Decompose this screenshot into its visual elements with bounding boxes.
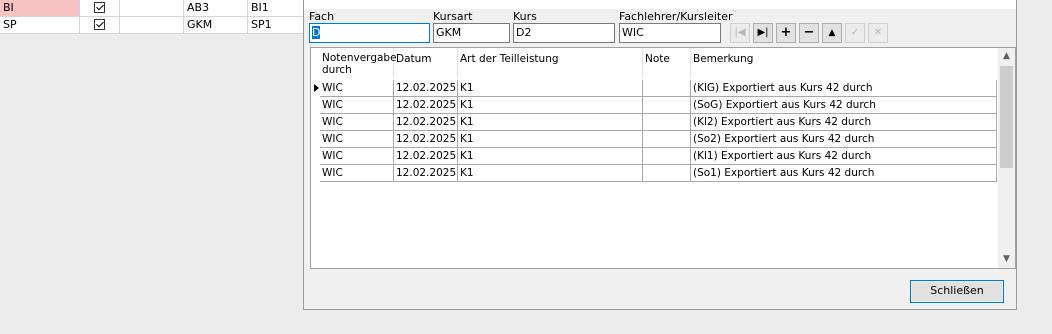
grid-cell-kursart[interactable]: GKM [184,17,248,33]
column-header-datum[interactable]: Datum [394,48,458,78]
teilleistungen-table[interactable]: Notenvergabe durch Datum Art der Teillei… [310,47,1016,269]
cell-note[interactable] [643,80,691,97]
close-button[interactable]: Schließen [910,280,1004,303]
cell-notenvergabe[interactable]: WIC [320,148,394,165]
cell-note[interactable] [643,114,691,131]
column-header-notenvergabe[interactable]: Notenvergabe durch [320,48,397,78]
cell-art[interactable]: K1 [458,148,643,165]
checkbox-checked-icon[interactable] [94,2,105,13]
cell-note[interactable] [643,165,691,182]
scroll-down-icon[interactable]: ▼ [998,251,1015,268]
cell-art[interactable]: K1 [458,97,643,114]
table-row[interactable]: WIC 12.02.2025 K1 (So2) Exportiert aus K… [311,131,997,148]
grid-cell-empty[interactable] [120,17,184,33]
lehrer-field[interactable]: WIC [619,23,721,43]
cell-bemerkung[interactable]: (So1) Exportiert aus Kurs 42 durch [691,165,997,182]
table-row[interactable]: WIC 12.02.2025 K1 (KlG) Exportiert aus K… [311,80,997,97]
header-text-line1: Notenvergabe [322,52,397,64]
grid-cell-kurs[interactable]: BI1 [248,0,306,16]
grid-cell-kurs[interactable]: SP1 [248,17,306,33]
kurs-field[interactable]: D2 [513,23,615,43]
cancel-record-icon[interactable]: ✕ [868,23,888,43]
post-record-icon[interactable]: ✓ [845,23,865,43]
lehrer-label: Fachlehrer/Kursleiter [619,10,733,23]
grid-row[interactable]: SP GKM SP1 [0,17,306,34]
table-row[interactable]: WIC 12.02.2025 K1 (Kl2) Exportiert aus K… [311,114,997,131]
fach-value: D [312,26,321,39]
grid-row[interactable]: BI AB3 BI1 [0,0,306,17]
cell-notenvergabe[interactable]: WIC [320,165,394,182]
checkbox-checked-icon[interactable] [94,19,105,30]
grid-cell-fach[interactable]: BI [0,0,80,16]
kursart-field[interactable]: GKM [433,23,510,43]
background-grid: BI AB3 BI1 SP GKM SP1 [0,0,306,34]
fach-field[interactable]: D [309,23,430,43]
vertical-scrollbar[interactable]: ▲ ▼ [998,48,1015,268]
grid-cell-empty[interactable] [120,0,184,16]
cell-art[interactable]: K1 [458,165,643,182]
cell-notenvergabe[interactable]: WIC [320,97,394,114]
header-text-line2: durch [322,64,352,76]
last-record-icon[interactable]: ▶| [753,23,773,43]
dialog-top-strip [304,0,1016,9]
grid-cell-fach[interactable]: SP [0,17,80,33]
cell-datum[interactable]: 12.02.2025 [394,148,458,165]
cell-bemerkung[interactable]: (Kl1) Exportiert aus Kurs 42 durch [691,148,997,165]
column-header-bemerkung[interactable]: Bemerkung [691,48,997,78]
cell-art[interactable]: K1 [458,131,643,148]
cell-note[interactable] [643,148,691,165]
edit-record-icon[interactable]: ▲ [822,23,842,43]
table-row[interactable]: WIC 12.02.2025 K1 (Kl1) Exportiert aus K… [311,148,997,165]
scroll-up-icon[interactable]: ▲ [998,48,1015,65]
teilleistungen-dialog: Fach D Kursart GKM Kurs D2 Fachlehrer/Ku… [303,0,1017,310]
cell-art[interactable]: K1 [458,80,643,97]
column-header-note[interactable]: Note [643,48,691,78]
scrollbar-thumb[interactable] [1000,66,1013,168]
kurs-label: Kurs [513,10,537,23]
kursart-label: Kursart [433,10,473,23]
grid-cell-kursart[interactable]: AB3 [184,0,248,16]
cell-datum[interactable]: 12.02.2025 [394,131,458,148]
table-row[interactable]: WIC 12.02.2025 K1 (So1) Exportiert aus K… [311,165,997,182]
cell-datum[interactable]: 12.02.2025 [394,165,458,182]
grid-cell-checkbox[interactable] [80,0,120,16]
current-row-arrow-icon [314,84,319,92]
cell-datum[interactable]: 12.02.2025 [394,80,458,97]
cell-notenvergabe[interactable]: WIC [320,131,394,148]
column-header-art[interactable]: Art der Teilleistung [458,48,643,78]
cell-bemerkung[interactable]: (So2) Exportiert aus Kurs 42 durch [691,131,997,148]
cell-bemerkung[interactable]: (Kl2) Exportiert aus Kurs 42 durch [691,114,997,131]
cell-datum[interactable]: 12.02.2025 [394,97,458,114]
cell-notenvergabe[interactable]: WIC [320,114,394,131]
cell-bemerkung[interactable]: (KlG) Exportiert aus Kurs 42 durch [691,80,997,97]
first-record-icon[interactable]: |◀ [730,23,750,43]
cell-art[interactable]: K1 [458,114,643,131]
add-record-icon[interactable]: + [776,23,796,43]
cell-note[interactable] [643,97,691,114]
delete-record-icon[interactable]: − [799,23,819,43]
cell-note[interactable] [643,131,691,148]
cell-bemerkung[interactable]: (SoG) Exportiert aus Kurs 42 durch [691,97,997,114]
grid-cell-checkbox[interactable] [80,17,120,33]
cell-notenvergabe[interactable]: WIC [320,80,394,97]
fach-label: Fach [309,10,335,23]
table-row[interactable]: WIC 12.02.2025 K1 (SoG) Exportiert aus K… [311,97,997,114]
cell-datum[interactable]: 12.02.2025 [394,114,458,131]
